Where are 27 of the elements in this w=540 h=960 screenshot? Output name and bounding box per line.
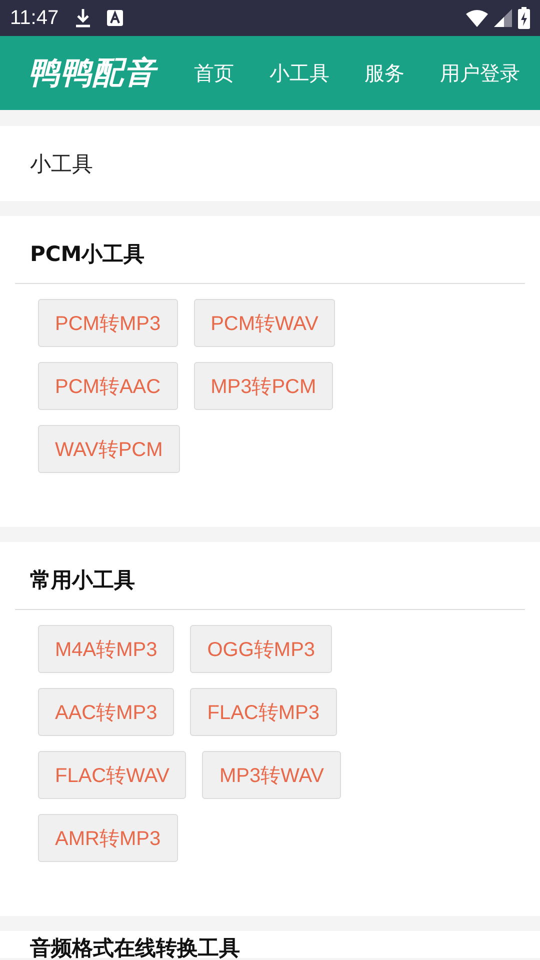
section-title: PCM小工具: [15, 216, 525, 284]
tool-button[interactable]: AMR转MP3: [38, 814, 178, 862]
wifi-icon: [466, 9, 488, 27]
download-icon: [74, 8, 91, 28]
tool-button[interactable]: OGG转MP3: [190, 625, 332, 673]
tool-button[interactable]: PCM转WAV: [194, 299, 336, 347]
tool-button[interactable]: PCM转AAC: [38, 362, 178, 410]
tool-button[interactable]: M4A转MP3: [38, 625, 174, 673]
tool-button[interactable]: FLAC转WAV: [38, 751, 186, 799]
section-title: 音频格式在线转换工具: [29, 935, 241, 958]
signal-icon: [494, 9, 512, 27]
tool-button[interactable]: MP3转PCM: [194, 362, 334, 410]
tool-button[interactable]: MP3转WAV: [202, 751, 341, 799]
battery-icon: [518, 7, 530, 29]
nav-link[interactable]: 首页: [194, 60, 234, 86]
tool-button[interactable]: PCM转MP3: [38, 299, 178, 347]
page-title: 小工具: [30, 150, 93, 178]
tool-button[interactable]: AAC转MP3: [38, 688, 174, 736]
tool-button[interactable]: WAV转PCM: [38, 425, 180, 473]
tool-button[interactable]: FLAC转MP3: [190, 688, 336, 736]
status-time: 11:47: [10, 6, 59, 30]
section-title: 常用小工具: [15, 542, 525, 610]
nav-link[interactable]: 用户登录: [440, 60, 520, 86]
nav-link[interactable]: 小工具: [269, 60, 330, 86]
text-icon: [106, 10, 123, 26]
nav-link[interactable]: 服务: [364, 60, 405, 86]
site-logo[interactable]: 鸭鸭配音: [28, 52, 156, 94]
